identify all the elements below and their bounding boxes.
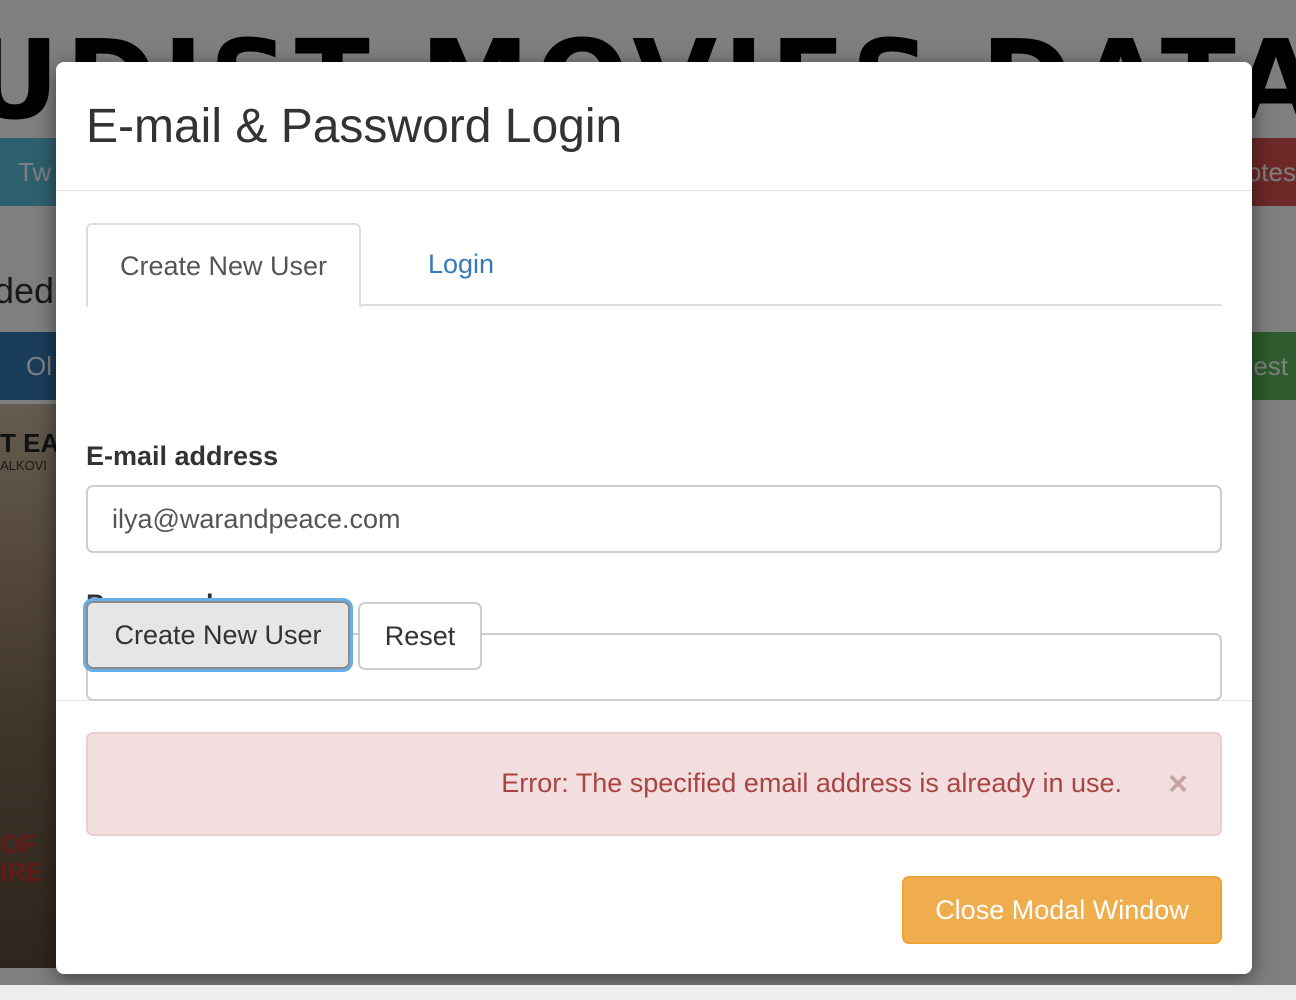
close-modal-button[interactable]: Close Modal Window — [902, 876, 1222, 944]
create-user-button[interactable]: Create New User — [86, 601, 350, 669]
error-message: Error: The specified email address is al… — [501, 768, 1122, 798]
error-alert: Error: The specified email address is al… — [86, 732, 1222, 836]
modal-title: E-mail & Password Login — [86, 100, 623, 153]
tab-login[interactable]: Login — [398, 223, 524, 306]
tab-create-new-user[interactable]: Create New User — [86, 223, 361, 308]
auth-tabs: Create New User Login — [86, 223, 1222, 308]
reset-button[interactable]: Reset — [358, 602, 482, 670]
email-label: E-mail address — [86, 441, 279, 471]
close-icon[interactable]: × — [1168, 764, 1188, 804]
bottom-bar — [0, 985, 1296, 1000]
login-modal: E-mail & Password Login Create New User … — [56, 62, 1252, 974]
modal-header: E-mail & Password Login — [56, 62, 1252, 191]
email-field[interactable] — [86, 485, 1222, 553]
